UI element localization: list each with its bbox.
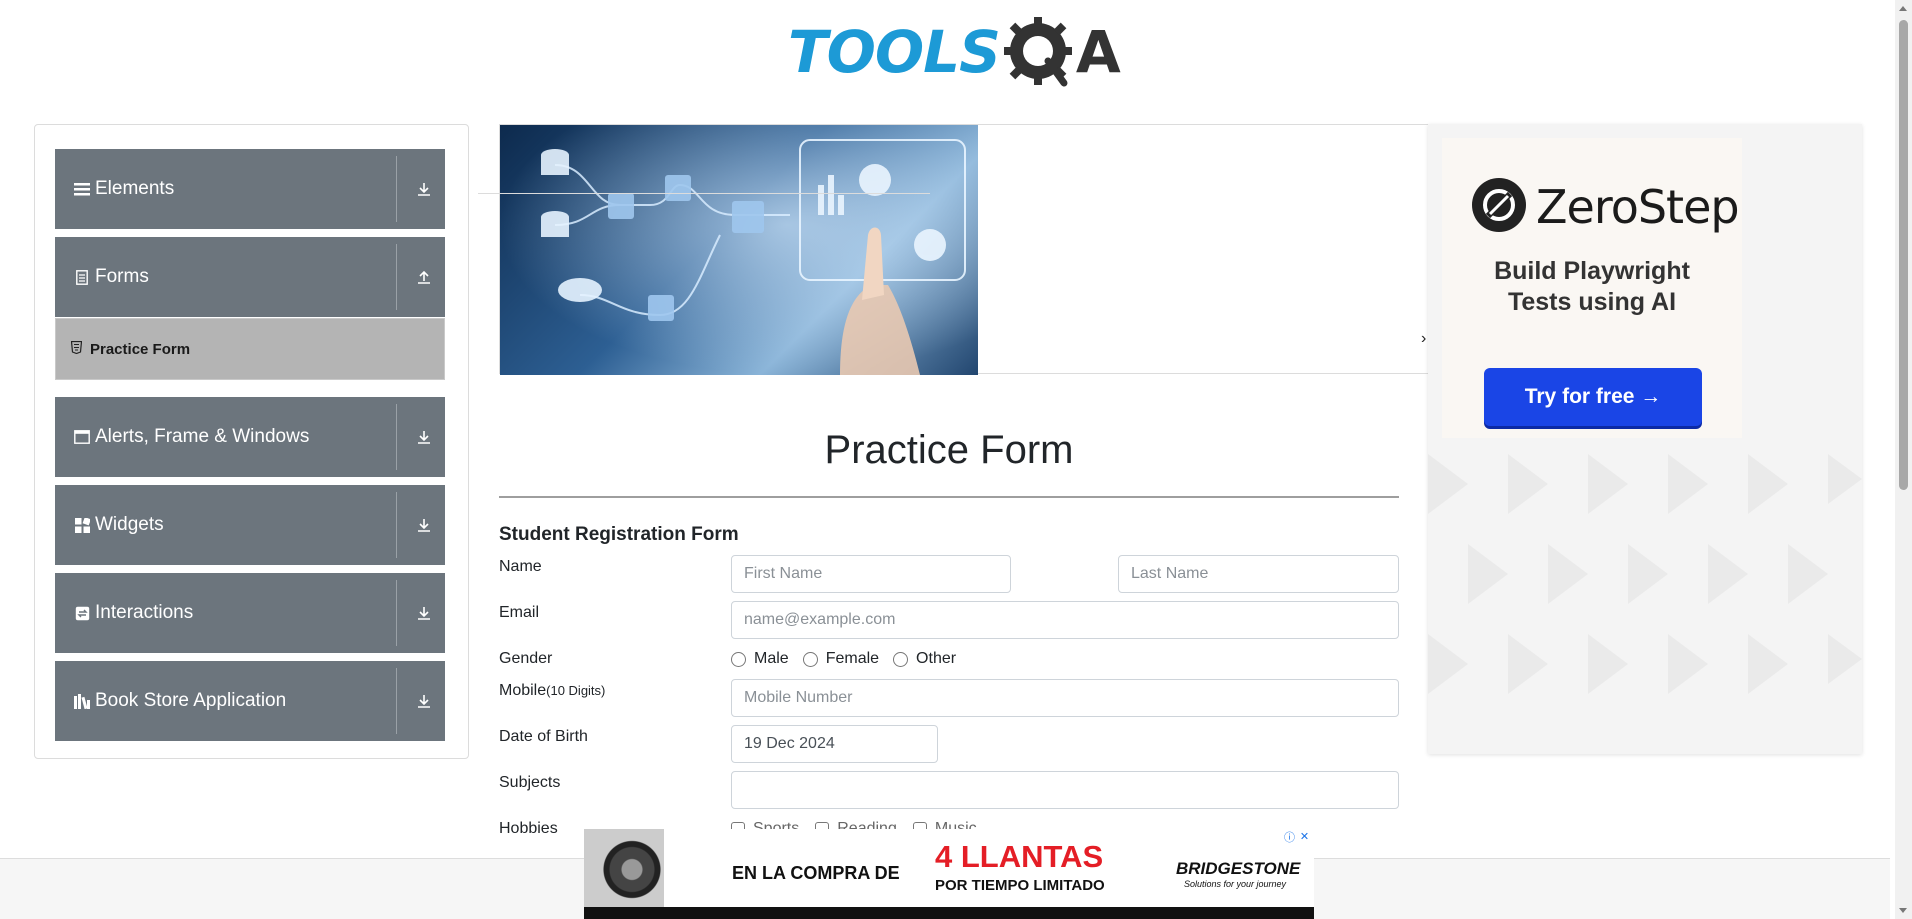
dob-label: Date of Birth <box>499 728 588 745</box>
sidebar-group-label: Book Store Application <box>95 690 287 711</box>
ad-tagline-line2: Tests using AI <box>1507 288 1677 316</box>
sidebar-group-label: Widgets <box>95 514 164 535</box>
ad-card: ZeroStep Build Playwright Tests using AI… <box>1442 138 1742 438</box>
scroll-thumb[interactable] <box>1899 20 1908 490</box>
sidebar-group-label: Forms <box>95 266 149 287</box>
html5-icon <box>70 340 83 357</box>
banner-image[interactable] <box>500 125 978 375</box>
download-arrow-icon <box>415 604 433 622</box>
radio-button[interactable] <box>802 651 818 667</box>
gender-label: Gender <box>499 650 553 667</box>
interactions-icon <box>73 604 91 622</box>
sidebar-group-label: Alerts, Frame & Windows <box>95 426 310 447</box>
ad-tagline-line1: Build Playwright <box>1494 257 1690 285</box>
gender-other-option[interactable]: Other <box>893 650 956 668</box>
hobbies-label: Hobbies <box>499 820 558 837</box>
list-icon <box>73 180 91 198</box>
sidebar-item-label: Practice Form <box>90 340 191 358</box>
divider <box>396 244 397 310</box>
gender-female-option[interactable]: Female <box>802 650 880 668</box>
subjects-input[interactable] <box>731 771 1399 809</box>
radio-button[interactable] <box>893 651 909 667</box>
sidebar-item-practice-form[interactable]: Practice Form <box>55 318 445 380</box>
zerostep-ad[interactable]: ZeroStep Build Playwright Tests using AI… <box>1428 124 1862 754</box>
divider <box>396 668 397 734</box>
radio-button[interactable] <box>731 651 746 667</box>
ad-controls: ⓘ ✕ <box>1282 829 1312 844</box>
scroll-down-arrow-icon[interactable] <box>1899 908 1907 913</box>
option-label: Male <box>754 650 789 667</box>
banner <box>499 124 1429 375</box>
sidebar-group-elements[interactable]: Elements <box>55 149 445 229</box>
toolsqa-logo[interactable]: TOOLS A <box>788 14 1121 90</box>
download-arrow-icon <box>415 516 433 534</box>
chevron-right-icon: › <box>1421 330 1427 347</box>
option-label: Female <box>825 650 880 667</box>
tire-image <box>584 829 664 919</box>
mobile-label: Mobile(10 Digits) <box>499 682 605 700</box>
sidebar-group-label: Elements <box>95 178 175 199</box>
sidebar-group-alerts[interactable]: Alerts, Frame & Windows <box>55 397 445 477</box>
option-label: Other <box>916 650 957 667</box>
window-icon <box>73 428 91 446</box>
ad-headline: 4 LLANTAS <box>935 839 1104 874</box>
sidebar-group-book-store[interactable]: Book Store Application <box>55 661 445 741</box>
gender-options: Male Female Other <box>731 650 970 668</box>
date-of-birth-input[interactable] <box>731 725 938 763</box>
first-name-input[interactable] <box>731 555 1011 593</box>
zerostep-logo-icon <box>1472 178 1526 232</box>
name-label: Name <box>499 558 542 575</box>
scrollbar[interactable] <box>1895 0 1912 919</box>
page: TOOLS A Elements Forms Practice Form Ale… <box>0 0 1912 919</box>
subjects-label: Subjects <box>499 774 561 791</box>
sidebar-group-widgets[interactable]: Widgets <box>55 485 445 565</box>
ad-fine-print <box>584 907 1314 919</box>
sidebar-group-forms[interactable]: Forms <box>55 237 445 317</box>
sidebar-group-interactions[interactable]: Interactions <box>55 573 445 653</box>
widgets-icon <box>73 516 91 534</box>
ad-brand: ZeroStep <box>1536 180 1740 234</box>
sidebar-group-label: Interactions <box>95 602 194 623</box>
divider <box>396 404 397 470</box>
mobile-label-text: Mobile <box>499 682 547 699</box>
divider <box>396 492 397 558</box>
divider <box>396 580 397 646</box>
adchoices-icon[interactable]: ⓘ <box>1282 829 1297 844</box>
last-name-input[interactable] <box>1118 555 1399 593</box>
scroll-up-arrow-icon[interactable] <box>1899 6 1907 11</box>
banner-divider <box>478 193 930 194</box>
ad-left-text: EN LA COMPRA DE <box>732 863 900 883</box>
download-arrow-icon <box>415 180 433 198</box>
books-icon <box>73 692 91 710</box>
email-label: Email <box>499 604 540 621</box>
doc-icon <box>73 268 91 286</box>
ad-brand: BRIDGESTONE <box>1176 859 1301 878</box>
try-for-free-button[interactable]: Try for free → <box>1484 368 1702 426</box>
page-title: Practice Form <box>824 428 1074 472</box>
ad-brand-tagline: Solutions for your journey <box>1184 879 1287 889</box>
divider <box>499 496 1399 498</box>
gear-magnifier-icon <box>1002 15 1076 89</box>
email-input[interactable] <box>731 601 1399 639</box>
download-arrow-icon <box>415 692 433 710</box>
mobile-hint: (10 Digits) <box>546 683 606 698</box>
ad-tagline: Build Playwright Tests using AI <box>1442 256 1742 318</box>
logo-suffix: A <box>1075 18 1121 86</box>
logo-text: TOOLS <box>788 18 1001 86</box>
gender-male-option[interactable]: Male <box>731 650 789 668</box>
close-icon[interactable]: ✕ <box>1297 829 1312 844</box>
bridgestone-ad[interactable]: EN LA COMPRA DE 4 LLANTAS POR TIEMPO LIM… <box>584 829 1314 919</box>
form-subtitle: Student Registration Form <box>499 524 739 545</box>
upload-arrow-icon <box>415 268 433 286</box>
download-arrow-icon <box>415 428 433 446</box>
divider <box>396 156 397 222</box>
mobile-input[interactable] <box>731 679 1399 717</box>
ad-subline: POR TIEMPO LIMITADO <box>935 877 1105 894</box>
